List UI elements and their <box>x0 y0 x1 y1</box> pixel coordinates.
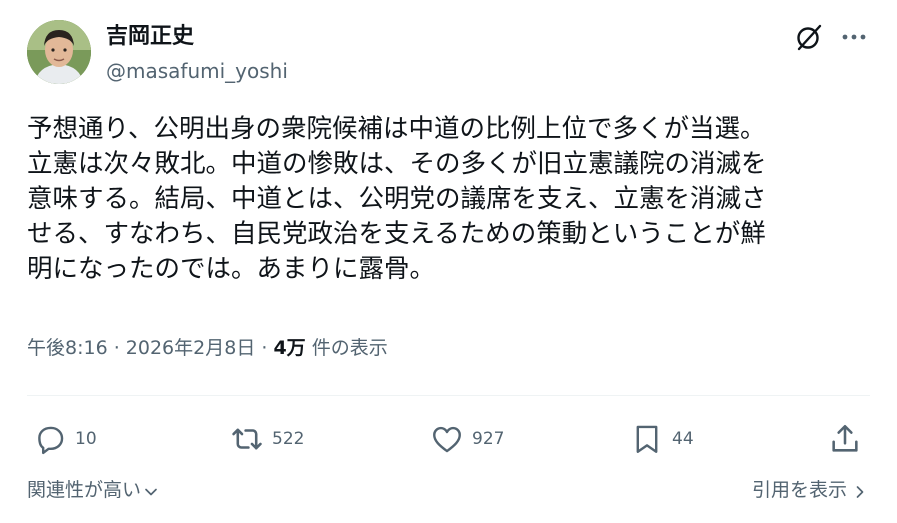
reply-icon <box>38 426 64 455</box>
post-timestamp[interactable]: 午後8:16 · 2026年2月8日 · <box>27 337 273 359</box>
tweet-card: 吉岡正史 @masafumi_yoshi 予想通り、公明出身の衆院候補は中道の比… <box>0 0 897 523</box>
repost-count: 522 <box>272 429 305 449</box>
bookmark-icon <box>636 425 658 453</box>
avatar[interactable] <box>27 20 91 84</box>
avatar-image <box>27 20 91 84</box>
like-count: 927 <box>472 429 505 449</box>
like-icon <box>433 426 461 453</box>
post-text: 予想通り、公明出身の衆院候補は中道の比例上位で多くが当選。 立憲は次々敗北。中道… <box>27 114 767 284</box>
divider <box>27 395 870 396</box>
sort-relevance-dropdown[interactable]: 関連性が高い <box>27 476 159 504</box>
share-icon <box>832 424 858 452</box>
post-metadata: 午後8:16 · 2026年2月8日 · 4万 件の表示 <box>27 334 388 362</box>
sort-relevance-label: 関連性が高い <box>27 479 142 501</box>
bookmark-count: 44 <box>672 429 694 449</box>
bookmark-button[interactable]: 44 <box>630 420 694 458</box>
reply-button[interactable]: 10 <box>33 420 97 458</box>
reply-count: 10 <box>75 429 97 449</box>
view-quotes-label: 引用を表示 <box>751 479 847 501</box>
author-display-name[interactable]: 吉岡正史 <box>106 22 194 52</box>
chevron-down-icon <box>145 488 157 496</box>
views-count[interactable]: 4万 <box>273 337 305 359</box>
author-handle[interactable]: @masafumi_yoshi <box>106 57 288 85</box>
view-quotes-link[interactable]: 引用を表示 <box>752 476 867 504</box>
repost-icon <box>232 428 262 450</box>
repost-button[interactable]: 522 <box>230 420 304 458</box>
grok-icon[interactable] <box>794 22 824 52</box>
like-button[interactable]: 927 <box>430 420 504 458</box>
chevron-right-icon <box>856 486 864 498</box>
share-button[interactable] <box>828 420 862 458</box>
more-icon[interactable] <box>838 24 870 50</box>
views-label[interactable]: 件の表示 <box>306 337 388 359</box>
